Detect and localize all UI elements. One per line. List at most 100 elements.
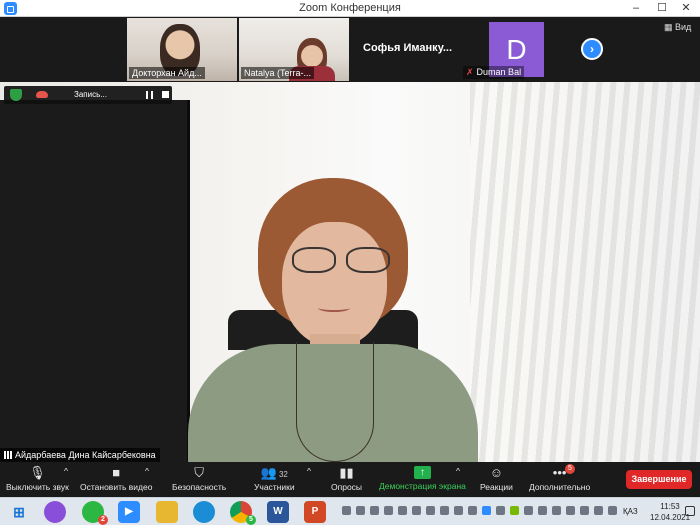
window-title: Zoom Конференция bbox=[299, 2, 401, 14]
tray-icon[interactable] bbox=[566, 506, 575, 515]
maximize-button[interactable]: ☐ bbox=[652, 1, 672, 15]
cortana-icon[interactable] bbox=[44, 501, 66, 523]
tray-icon[interactable] bbox=[370, 506, 379, 515]
reactions-label: Реакции bbox=[480, 482, 513, 492]
speaker-face bbox=[282, 222, 387, 347]
tray-icon[interactable] bbox=[426, 506, 435, 515]
tray-icon[interactable] bbox=[552, 506, 561, 515]
active-speaker-name-tag: Айдарбаева Дина Кайсарбековна bbox=[0, 448, 160, 462]
more-label: Дополнительно bbox=[529, 482, 591, 492]
next-page-button[interactable]: › bbox=[581, 38, 603, 60]
chrome-icon[interactable]: 5 bbox=[230, 501, 256, 525]
mute-label: Выключить звук bbox=[6, 482, 69, 492]
word-icon[interactable]: W bbox=[267, 501, 289, 523]
participant-name: Софья Иманку... bbox=[363, 42, 453, 54]
tray-icon[interactable] bbox=[538, 506, 547, 515]
shield-icon: ⛉ bbox=[194, 465, 204, 480]
windows-start-icon[interactable]: ⊞ bbox=[8, 501, 30, 523]
tray-icon[interactable] bbox=[580, 506, 589, 515]
chrome-badge: 5 bbox=[246, 515, 256, 525]
share-screen-icon: ↑ bbox=[413, 466, 431, 479]
more-icon: ••• bbox=[552, 465, 567, 480]
audio-options-caret[interactable]: ^ bbox=[64, 466, 68, 476]
recording-label: Запись... bbox=[74, 90, 107, 99]
tray-icon[interactable] bbox=[454, 506, 463, 515]
edge-icon[interactable] bbox=[193, 501, 215, 523]
language-indicator[interactable]: ҚАЗ bbox=[623, 507, 638, 516]
close-button[interactable]: ✕ bbox=[676, 1, 696, 15]
share-screen-button[interactable]: ↑ Демонстрация экрана bbox=[379, 466, 466, 491]
participant-name: Natalya (Terra-... bbox=[241, 67, 315, 79]
cloud-record-icon bbox=[36, 91, 48, 98]
participant-name-row: ✗ Duman Bal bbox=[463, 66, 525, 79]
powerpoint-icon[interactable]: P bbox=[304, 501, 326, 523]
window-titlebar: Zoom Конференция – ☐ ✕ bbox=[0, 0, 700, 17]
participants-icon: 👥 32 bbox=[260, 465, 288, 480]
notification-center-icon[interactable] bbox=[685, 506, 695, 516]
background-curtain bbox=[470, 82, 700, 462]
participants-options-caret[interactable]: ^ bbox=[307, 466, 311, 476]
whatsapp-icon[interactable]: 2 bbox=[82, 501, 108, 525]
recording-indicator: Запись... bbox=[4, 86, 172, 104]
security-label: Безопасность bbox=[172, 482, 227, 492]
stop-video-button[interactable]: ■ Остановить видео bbox=[80, 466, 153, 493]
wifi-icon[interactable] bbox=[594, 506, 603, 515]
microphone-icon: 🎙 bbox=[29, 465, 46, 480]
tray-icon[interactable] bbox=[468, 506, 477, 515]
shield-icon[interactable] bbox=[10, 89, 22, 101]
stop-video-label: Остановить видео bbox=[80, 482, 153, 492]
tray-icon[interactable] bbox=[524, 506, 533, 515]
polls-button[interactable]: ▮▮ Опросы bbox=[331, 466, 363, 493]
background-monitor bbox=[0, 100, 190, 462]
participant-name: Duman Bal bbox=[476, 67, 522, 77]
pause-recording-icon[interactable] bbox=[146, 91, 153, 99]
smiley-icon: ☺ bbox=[489, 465, 504, 480]
tray-icon[interactable] bbox=[342, 506, 351, 515]
more-button[interactable]: ••• Дополнительно bbox=[529, 465, 591, 493]
view-label: Вид bbox=[675, 22, 692, 32]
video-options-caret[interactable]: ^ bbox=[145, 466, 149, 476]
volume-icon[interactable] bbox=[608, 506, 617, 515]
mute-button[interactable]: 🎙 Выключить звук bbox=[6, 465, 69, 493]
tray-icon[interactable] bbox=[510, 506, 519, 515]
active-speaker-name: Айдарбаева Дина Кайсарбековна bbox=[15, 450, 156, 460]
participants-label: Участники bbox=[254, 482, 295, 492]
participant-tile[interactable]: Докторхан Айд... bbox=[127, 18, 237, 81]
chevron-up-icon: ^ bbox=[307, 466, 311, 476]
zoom-taskbar-icon[interactable]: ▶ bbox=[118, 501, 140, 523]
participants-button[interactable]: 👥 32 Участники bbox=[254, 465, 295, 493]
tray-icon[interactable] bbox=[440, 506, 449, 515]
tray-icon[interactable] bbox=[412, 506, 421, 515]
security-button[interactable]: ⛉ Безопасность bbox=[172, 465, 227, 493]
chevron-up-icon: ^ bbox=[456, 466, 460, 476]
participant-tile[interactable]: D ✗ Duman Bal bbox=[461, 18, 571, 81]
chevron-up-icon: ^ bbox=[64, 466, 68, 476]
end-meeting-button[interactable]: Завершение bbox=[626, 470, 692, 489]
whatsapp-badge: 2 bbox=[98, 515, 108, 525]
tray-icon[interactable] bbox=[496, 506, 505, 515]
active-speaker-video bbox=[0, 82, 700, 462]
speaker-mouth bbox=[318, 304, 350, 312]
participant-name: Докторхан Айд... bbox=[129, 67, 205, 79]
mic-muted-icon: ✗ bbox=[466, 67, 474, 77]
tray-icon[interactable] bbox=[356, 506, 365, 515]
polls-label: Опросы bbox=[331, 482, 363, 492]
windows-taskbar: ⊞ 2 ▶ 5 W P ҚАЗ 11:53 12.04.2021 bbox=[0, 497, 700, 525]
tray-icon[interactable] bbox=[398, 506, 407, 515]
view-button[interactable]: ▦ Вид bbox=[664, 22, 691, 33]
share-screen-label: Демонстрация экрана bbox=[379, 481, 466, 491]
minimize-button[interactable]: – bbox=[626, 1, 646, 15]
signal-icon bbox=[4, 451, 12, 459]
grid-icon: ▦ bbox=[664, 22, 676, 32]
tray-icon[interactable] bbox=[384, 506, 393, 515]
chevron-up-icon: ^ bbox=[145, 466, 149, 476]
tray-icon[interactable] bbox=[482, 506, 491, 515]
speaker-necklace bbox=[296, 342, 374, 462]
participant-tile[interactable]: Софья Иманку... bbox=[350, 18, 460, 81]
reactions-button[interactable]: ☺ Реакции bbox=[480, 465, 513, 493]
share-options-caret[interactable]: ^ bbox=[456, 466, 460, 476]
file-explorer-icon[interactable] bbox=[156, 501, 178, 523]
participant-tile[interactable]: Natalya (Terra-... bbox=[239, 18, 349, 81]
stop-recording-icon[interactable] bbox=[162, 91, 169, 98]
speaker-glasses bbox=[292, 247, 392, 273]
